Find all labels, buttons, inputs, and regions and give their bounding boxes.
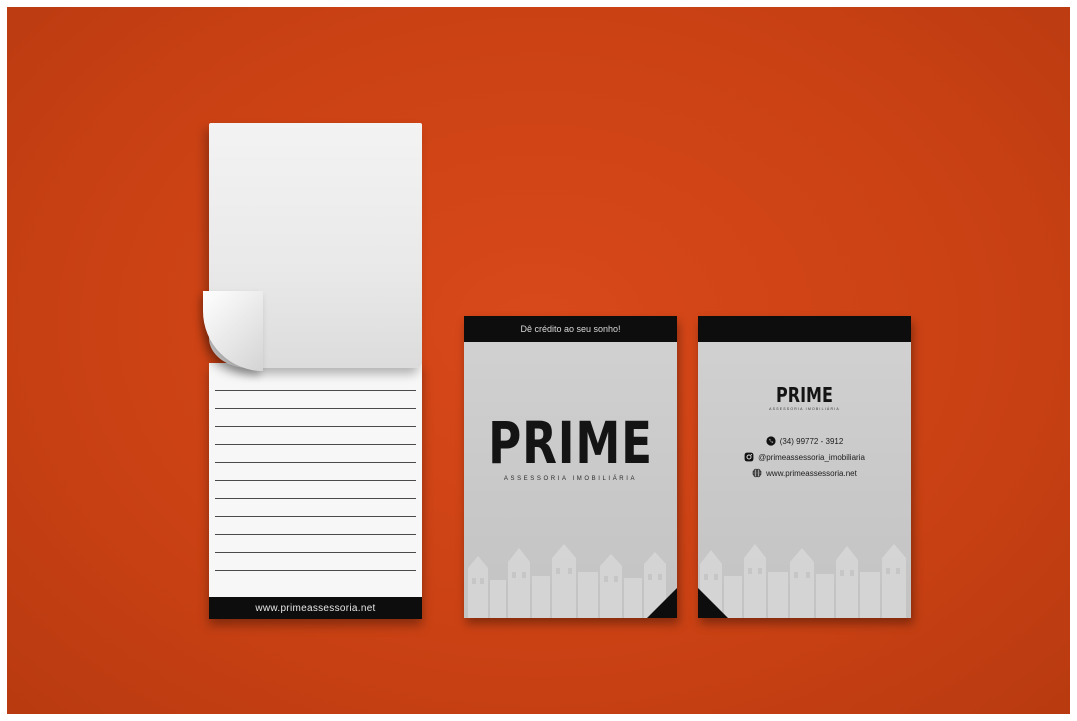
- contact-phone: (34) 99772 - 3912: [766, 436, 844, 446]
- contact-website: www.primeassessoria.net: [752, 468, 857, 478]
- notepad-page-curl: [203, 291, 263, 371]
- notepad-footer-url: www.primeassessoria.net: [209, 597, 422, 619]
- instagram-icon: [744, 452, 754, 462]
- website-url: www.primeassessoria.net: [766, 468, 857, 478]
- card-front: Dê crédito ao seu sonho! PRIME ASSESSORI…: [464, 316, 677, 618]
- globe-icon: [752, 468, 762, 478]
- city-skyline-illustration: [468, 544, 666, 618]
- card-front-corner-accent: [647, 588, 677, 618]
- notepad-ruled-lines: [215, 373, 416, 578]
- card-front-logo: PRIME: [488, 409, 653, 477]
- instagram-handle: @primeassessoria_imobiliaria: [758, 452, 865, 462]
- notepad: www.primeassessoria.net: [203, 123, 422, 619]
- notepad-lined-sheet: www.primeassessoria.net: [209, 363, 422, 619]
- contact-instagram: @primeassessoria_imobiliaria: [744, 452, 865, 462]
- card-front-tagline: Dê crédito ao seu sonho!: [464, 316, 677, 342]
- card-back-logo: PRIME: [776, 383, 833, 407]
- orange-backdrop: www.primeassessoria.net Dê crédito ao se…: [7, 7, 1070, 714]
- card-back-top-bar: [698, 316, 911, 342]
- card-back: PRIME ASSESSORIA IMOBILIÁRIA (34) 99772 …: [698, 316, 911, 618]
- phone-number: (34) 99772 - 3912: [779, 436, 844, 446]
- card-back-logo-subtitle: ASSESSORIA IMOBILIÁRIA: [769, 407, 840, 411]
- card-front-logo-subtitle: ASSESSORIA IMOBILIÁRIA: [503, 476, 638, 482]
- city-skyline-illustration-back: [700, 544, 906, 618]
- whatsapp-icon: [766, 436, 776, 446]
- contact-list: (34) 99772 - 3912 @primeassessoria_imobi…: [698, 436, 911, 478]
- card-back-corner-accent: [698, 588, 728, 618]
